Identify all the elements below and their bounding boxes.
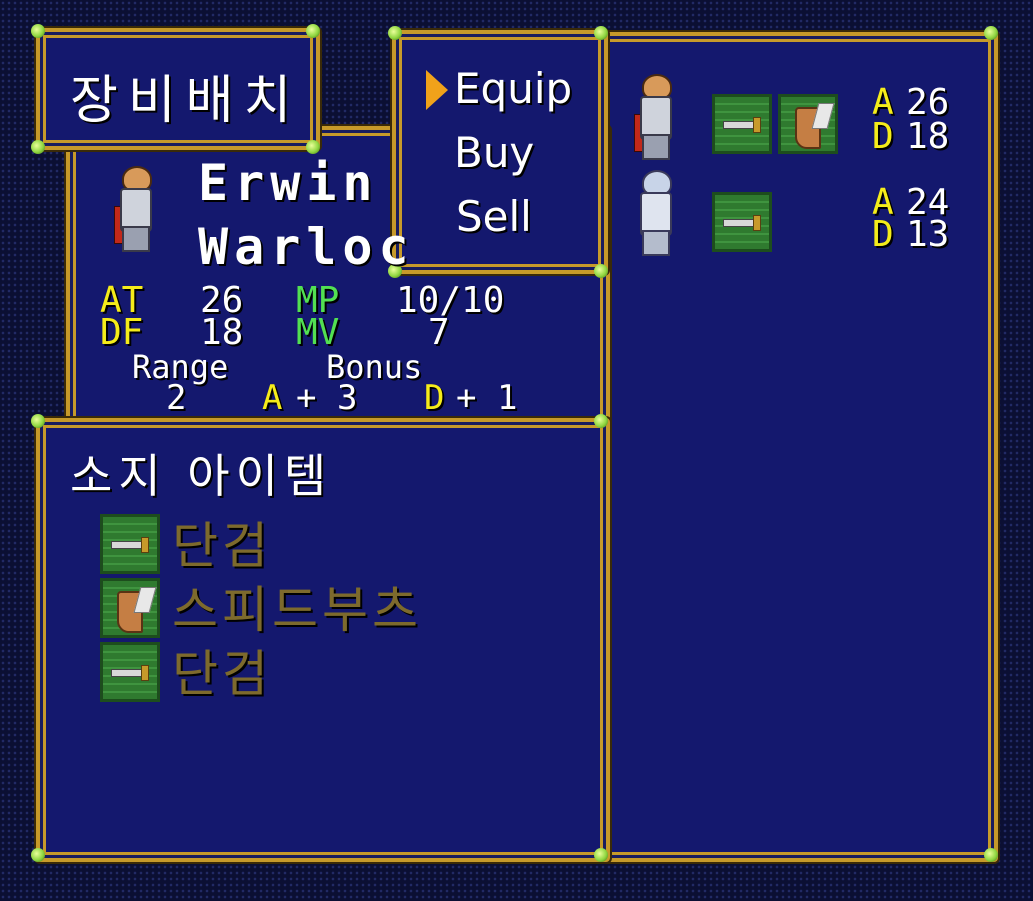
frame-corner-gem (306, 140, 320, 154)
frame-corner-gem (984, 848, 998, 862)
menu-item-equip[interactable]: Equip (454, 64, 572, 113)
character-class: Warloc (198, 218, 415, 276)
inventory-item-name: 스피드부츠 (172, 581, 422, 639)
bonus-d-label: D (424, 378, 445, 418)
bonus-a-value: + 3 (296, 378, 358, 418)
frame-corner-gem (594, 414, 608, 428)
erwin-sprite-icon (632, 68, 676, 160)
frame-corner-gem (31, 24, 45, 38)
speed-boots-icon (100, 578, 160, 638)
bonus-d-value: + 1 (456, 378, 518, 418)
inventory-item-name: 단검 (172, 645, 272, 703)
frame-corner-gem (31, 414, 45, 428)
dagger-icon (100, 514, 160, 574)
frame-corner-gem (594, 264, 608, 278)
screen-title: 장비배치 (70, 71, 302, 131)
inventory-title: 소지 아이템 (70, 449, 333, 503)
frame-corner-gem (306, 24, 320, 38)
menu-cursor-icon (426, 70, 448, 110)
erwin-portrait-icon (112, 160, 156, 252)
range-value: 2 (166, 378, 187, 418)
party-defense-label: D (872, 214, 894, 255)
bonus-a-label: A (262, 378, 283, 418)
inventory-item-name: 단검 (172, 517, 272, 575)
df-label: DF (100, 312, 144, 353)
frame-corner-gem (31, 140, 45, 154)
party-defense-label: D (872, 116, 894, 157)
dagger-icon (712, 192, 772, 252)
party-attack-label: A (872, 82, 894, 123)
mp-value: 10/10 (396, 280, 505, 321)
party-defense-value: 18 (906, 116, 950, 157)
df-value: 18 (200, 312, 244, 353)
frame-corner-gem (594, 848, 608, 862)
menu-item-sell[interactable]: Sell (456, 192, 532, 241)
knight-sprite-icon (632, 164, 676, 256)
frame-corner-gem (984, 26, 998, 40)
frame-corner-gem (388, 26, 402, 40)
party-defense-value: 13 (906, 214, 950, 255)
dagger-icon (100, 642, 160, 702)
party-attack-value: 26 (906, 82, 950, 123)
dagger-icon (712, 94, 772, 154)
mv-label: MV (296, 312, 340, 353)
frame-corner-gem (594, 26, 608, 40)
speed-boots-icon (778, 94, 838, 154)
character-name: Erwin (198, 154, 379, 212)
menu-item-buy[interactable]: Buy (454, 128, 534, 177)
mv-value: 7 (428, 312, 450, 353)
frame-corner-gem (31, 848, 45, 862)
